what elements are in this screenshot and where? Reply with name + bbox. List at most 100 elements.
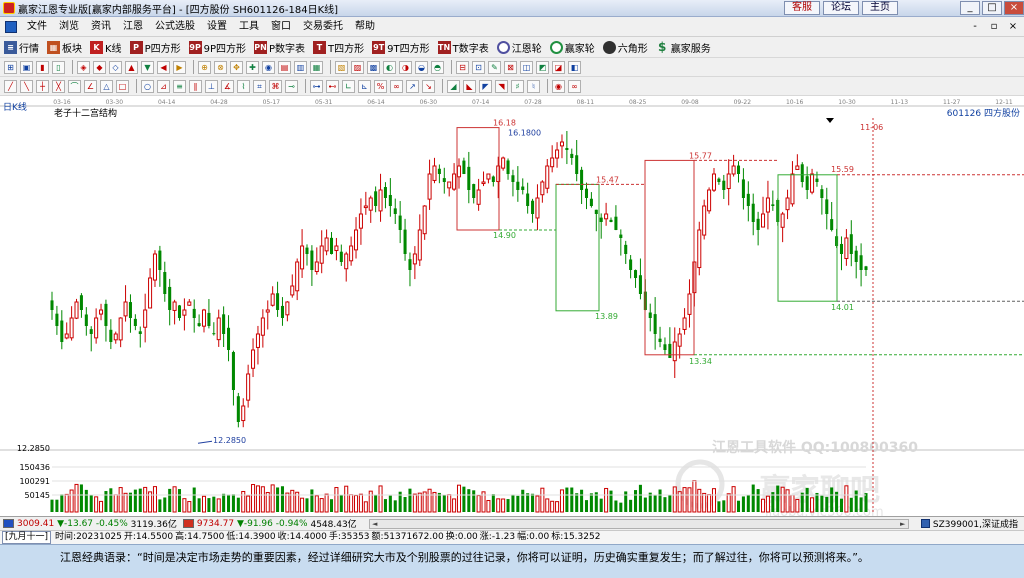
period-label[interactable]: [九月十一] [2, 531, 52, 544]
draw-tool-icon[interactable]: ▩ [367, 60, 380, 74]
draw-tool-icon[interactable]: ✚ [246, 60, 259, 74]
toolbar-p-square-button[interactable]: P P四方形 [129, 40, 181, 55]
menu-browse[interactable]: 浏览 [53, 18, 85, 36]
toolbar-sector-button[interactable]: ▦ 板块 [47, 40, 82, 55]
mdi-close-icon[interactable]: × [1005, 20, 1021, 34]
toolbar-9t-square-button[interactable]: 9T 9T四方形 [372, 40, 430, 55]
line-tool-icon[interactable]: ∥ [189, 79, 202, 93]
draw-tool-icon[interactable]: ◆ [93, 60, 106, 74]
draw-tool-icon[interactable]: ⊟ [456, 60, 469, 74]
line-tool-icon[interactable]: ∞ [390, 79, 403, 93]
line-tool-icon[interactable]: ⊿ [157, 79, 170, 93]
line-tool-icon[interactable]: ⌒ [68, 79, 81, 93]
draw-tool-icon[interactable]: ◪ [552, 60, 565, 74]
line-tool-icon[interactable]: ◣ [463, 79, 476, 93]
toolbar-t-table-button[interactable]: TN T数字表 [437, 40, 489, 55]
menu-help[interactable]: 帮助 [349, 18, 381, 36]
line-tool-icon[interactable]: ◉ [552, 79, 565, 93]
draw-tool-icon[interactable]: ◐ [383, 60, 396, 74]
minimize-icon[interactable]: _ [960, 1, 980, 15]
menu-window[interactable]: 窗口 [265, 18, 297, 36]
index-selector[interactable]: SZ399001,深证成指 [920, 517, 1018, 530]
line-tool-icon[interactable]: ↗ [406, 79, 419, 93]
draw-tool-icon[interactable]: ▲ [125, 60, 138, 74]
draw-tool-icon[interactable]: ▨ [351, 60, 364, 74]
draw-tool-icon[interactable]: ▮ [36, 60, 49, 74]
draw-tool-icon[interactable]: ✥ [230, 60, 243, 74]
mdi-minimize-icon[interactable]: - [967, 20, 983, 34]
toolbar-winner-wheel-button[interactable]: 赢家轮 [549, 40, 595, 55]
line-tool-icon[interactable]: ⌇ [237, 79, 250, 93]
line-tool-icon[interactable]: ≡ [173, 79, 186, 93]
line-tool-icon[interactable]: ╲ [20, 79, 33, 93]
toolbar-hexagon-button[interactable]: 六角形 [602, 40, 648, 55]
line-tool-icon[interactable]: ◤ [479, 79, 492, 93]
mdi-restore-icon[interactable]: ▫ [986, 20, 1002, 34]
draw-tool-icon[interactable]: ◓ [431, 60, 444, 74]
draw-tool-icon[interactable]: ▣ [20, 60, 33, 74]
draw-tool-icon[interactable]: ▧ [335, 60, 348, 74]
maximize-icon[interactable]: □ [982, 1, 1002, 15]
draw-tool-icon[interactable]: ⊗ [214, 60, 227, 74]
line-tool-icon[interactable]: ∞ [568, 79, 581, 93]
forum-button[interactable]: 论坛 [823, 1, 859, 15]
line-tool-icon[interactable]: ∟ [342, 79, 355, 93]
toolbar-gann-wheel-button[interactable]: 江恩轮 [496, 40, 542, 55]
chart-canvas[interactable]: 03-16 03-30 04-14 04-28 05-17 05-31 06-14 06-30… [0, 96, 1024, 516]
line-tool-icon[interactable]: ∠ [84, 79, 97, 93]
menu-formula-select[interactable]: 公式选股 [149, 18, 201, 36]
draw-tool-icon[interactable]: ◑ [399, 60, 412, 74]
toolbar-service-button[interactable]: $ 赢家服务 [656, 40, 711, 55]
line-tool-icon[interactable]: ◥ [495, 79, 508, 93]
draw-tool-icon[interactable]: ◈ [77, 60, 90, 74]
toolbar-quote-button[interactable]: ≡ 行情 [4, 40, 39, 55]
draw-tool-icon[interactable]: ▤ [278, 60, 291, 74]
line-tool-icon[interactable]: □ [116, 79, 129, 93]
line-tool-icon[interactable]: ╳ [52, 79, 65, 93]
line-tool-icon[interactable]: △ [100, 79, 113, 93]
line-tool-icon[interactable]: ⊸ [285, 79, 298, 93]
draw-tool-icon[interactable]: ◇ [109, 60, 122, 74]
menu-file[interactable]: 文件 [21, 18, 53, 36]
toolbar-kline-button[interactable]: K K线 [90, 40, 122, 55]
draw-tool-icon[interactable]: ◀ [157, 60, 170, 74]
line-tool-icon[interactable]: ∡ [221, 79, 234, 93]
line-tool-icon[interactable]: ┼ [36, 79, 49, 93]
draw-tool-icon[interactable]: ◫ [520, 60, 533, 74]
line-tool-icon[interactable]: ⊾ [358, 79, 371, 93]
line-tool-icon[interactable]: ⊷ [326, 79, 339, 93]
menu-trade[interactable]: 交易委托 [297, 18, 349, 36]
scroll-left-icon[interactable]: ◄ [370, 520, 380, 528]
line-tool-icon[interactable]: ⌗ [253, 79, 266, 93]
draw-tool-icon[interactable]: ▯ [52, 60, 65, 74]
kline-chart[interactable]: 03-16 03-30 04-14 04-28 05-17 05-31 06-14 06-30… [0, 96, 1024, 516]
line-tool-icon[interactable]: ╱ [4, 79, 17, 93]
draw-tool-icon[interactable]: ◩ [536, 60, 549, 74]
draw-tool-icon[interactable]: ▦ [310, 60, 323, 74]
line-tool-icon[interactable]: ⌘ [269, 79, 282, 93]
draw-tool-icon[interactable]: ▶ [173, 60, 186, 74]
menu-tools[interactable]: 工具 [233, 18, 265, 36]
line-tool-icon[interactable]: ◢ [447, 79, 460, 93]
draw-tool-icon[interactable]: ◧ [568, 60, 581, 74]
toolbar-p-table-button[interactable]: PN P数字表 [254, 40, 305, 55]
menu-gann[interactable]: 江恩 [117, 18, 149, 36]
draw-tool-icon[interactable]: ◉ [262, 60, 275, 74]
homepage-button[interactable]: 主页 [862, 1, 898, 15]
draw-tool-icon[interactable]: ⊡ [472, 60, 485, 74]
draw-tool-icon[interactable]: ▥ [294, 60, 307, 74]
line-tool-icon[interactable]: ↘ [422, 79, 435, 93]
line-tool-icon[interactable]: % [374, 79, 387, 93]
horizontal-scrollbar[interactable]: ◄ ► [368, 518, 909, 529]
close-icon[interactable]: × [1004, 1, 1024, 15]
toolbar-9p-square-button[interactable]: 9P 9P四方形 [188, 40, 246, 55]
menu-settings[interactable]: 设置 [201, 18, 233, 36]
line-tool-icon[interactable]: ⊥ [205, 79, 218, 93]
line-tool-icon[interactable]: ♮ [527, 79, 540, 93]
draw-tool-icon[interactable]: ✎ [488, 60, 501, 74]
scroll-right-icon[interactable]: ► [898, 520, 908, 528]
line-tool-icon[interactable]: ○ [141, 79, 154, 93]
line-tool-icon[interactable]: ♯ [511, 79, 524, 93]
draw-tool-icon[interactable]: ◒ [415, 60, 428, 74]
toolbar-t-square-button[interactable]: T T四方形 [313, 40, 364, 55]
